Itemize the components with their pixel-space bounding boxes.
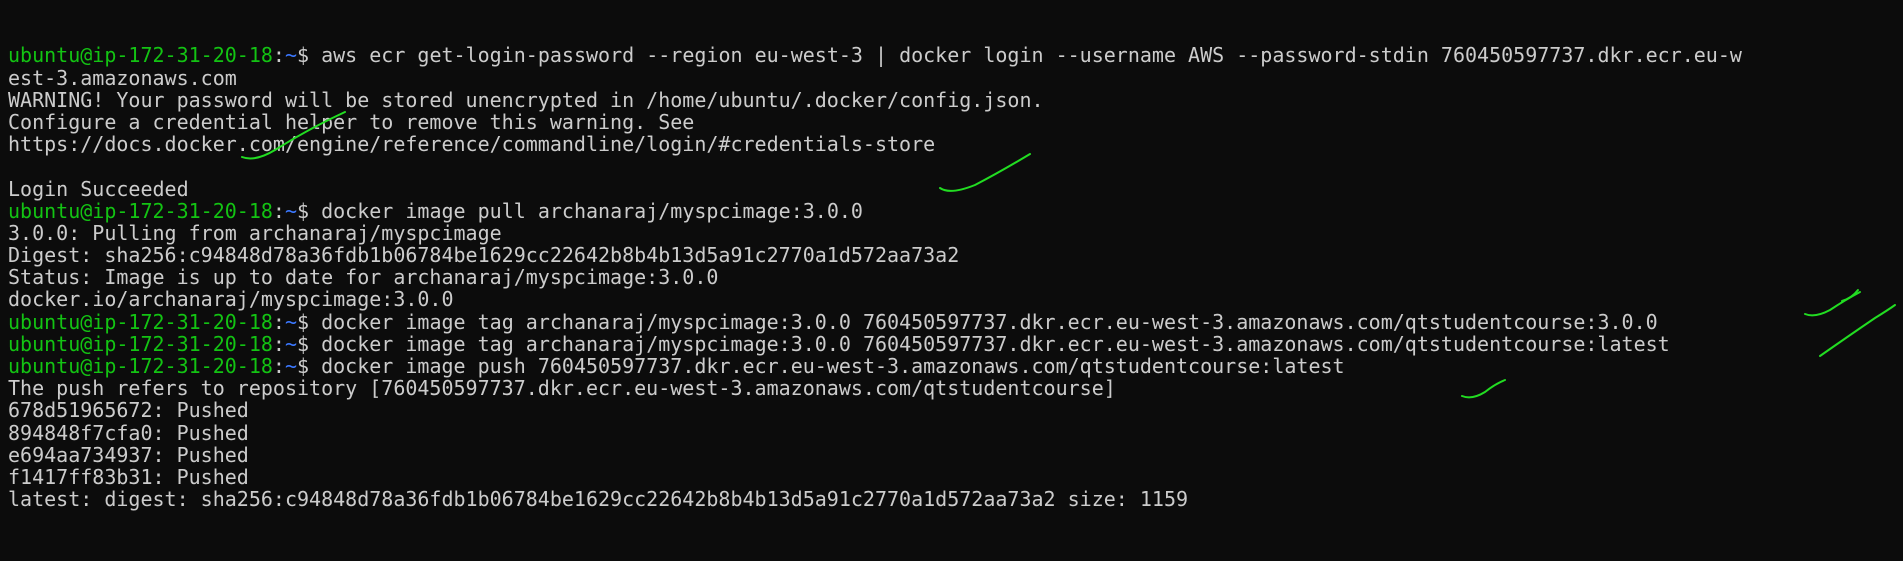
prompt-path: ~ (284, 354, 297, 379)
prompt-user-host: ubuntu@ip-172-31-20-18 (8, 354, 273, 379)
output-text: docker.io/archanaraj/myspcimage:3.0.0 (8, 287, 454, 312)
output-line: latest: digest: sha256:c94848d78a36fdb1b… (8, 488, 1903, 510)
output-line: The push refers to repository [760450597… (8, 377, 1903, 399)
prompt-colon: : (272, 331, 285, 356)
command-text: docker image push 760450597737.dkr.ecr.e… (321, 354, 1345, 379)
output-text: Configure a credential helper to remove … (8, 109, 695, 134)
output-line: e694aa734937: Pushed (8, 444, 1903, 466)
command-line: ubuntu@ip-172-31-20-18:~$ docker image p… (8, 355, 1903, 377)
output-text: f1417ff83b31: Pushed (8, 464, 249, 489)
output-text: 894848f7cfa0: Pushed (8, 420, 249, 445)
prompt-dollar: $ (297, 309, 322, 334)
command-line: ubuntu@ip-172-31-20-18:~$ docker image t… (8, 333, 1903, 355)
output-line: Digest: sha256:c94848d78a36fdb1b06784be1… (8, 244, 1903, 266)
terminal-output: ubuntu@ip-172-31-20-18:~$ aws ecr get-lo… (8, 44, 1903, 510)
output-text: e694aa734937: Pushed (8, 442, 249, 467)
command-line: ubuntu@ip-172-31-20-18:~$ aws ecr get-lo… (8, 44, 1903, 66)
prompt-colon: : (272, 354, 285, 379)
prompt-path: ~ (284, 43, 297, 68)
output-text: Login Succeeded (8, 176, 189, 201)
output-text: Status: Image is up to date for archanar… (8, 265, 719, 290)
output-line: 894848f7cfa0: Pushed (8, 420, 1903, 445)
command-text: aws ecr get-login-password --region eu-w… (321, 43, 1742, 68)
command-line: ubuntu@ip-172-31-20-18:~$ docker image t… (8, 311, 1903, 333)
prompt-path: ~ (284, 198, 297, 223)
prompt-dollar: $ (297, 43, 322, 68)
output-line: est-3.amazonaws.com (8, 65, 1903, 90)
prompt-user-host: ubuntu@ip-172-31-20-18 (8, 309, 273, 334)
prompt-colon: : (272, 309, 285, 334)
prompt-colon: : (272, 198, 285, 223)
output-text: WARNING! Your password will be stored un… (8, 87, 1044, 112)
command-text: docker image tag archanaraj/myspcimage:3… (321, 331, 1670, 356)
output-text: latest: digest: sha256:c94848d78a36fdb1b… (8, 487, 1189, 512)
prompt-user-host: ubuntu@ip-172-31-20-18 (8, 198, 273, 223)
output-line: 678d51965672: Pushed (8, 399, 1903, 421)
output-text: 678d51965672: Pushed (8, 398, 249, 423)
command-text: docker image tag archanaraj/myspcimage:3… (321, 309, 1658, 334)
prompt-user-host: ubuntu@ip-172-31-20-18 (8, 331, 273, 356)
output-line: WARNING! Your password will be stored un… (8, 89, 1903, 111)
prompt-path: ~ (284, 309, 297, 334)
prompt-dollar: $ (297, 198, 322, 223)
output-line: Status: Image is up to date for archanar… (8, 266, 1903, 288)
output-line: docker.io/archanaraj/myspcimage:3.0.0 (8, 288, 1903, 310)
output-text: https://docs.docker.com/engine/reference… (8, 132, 936, 157)
output-line: Configure a credential helper to remove … (8, 111, 1903, 133)
prompt-path: ~ (284, 331, 297, 356)
output-line: Login Succeeded (8, 176, 1903, 201)
prompt-dollar: $ (297, 354, 322, 379)
prompt-user-host: ubuntu@ip-172-31-20-18 (8, 43, 273, 68)
prompt-colon: : (272, 43, 285, 68)
output-line: f1417ff83b31: Pushed (8, 466, 1903, 488)
terminal-window[interactable]: ubuntu@ip-172-31-20-18:~$ aws ecr get-lo… (0, 0, 1903, 561)
output-line: https://docs.docker.com/engine/reference… (8, 133, 1903, 155)
command-line: ubuntu@ip-172-31-20-18:~$ docker image p… (8, 200, 1903, 222)
output-line: 3.0.0: Pulling from archanaraj/myspcimag… (8, 222, 1903, 244)
prompt-dollar: $ (297, 331, 322, 356)
output-text: Digest: sha256:c94848d78a36fdb1b06784be1… (8, 243, 960, 268)
command-text: docker image pull archanaraj/myspcimage:… (321, 198, 863, 223)
output-text: The push refers to repository [760450597… (8, 376, 1116, 401)
output-text: 3.0.0: Pulling from archanaraj/myspcimag… (8, 220, 502, 245)
output-text: est-3.amazonaws.com (8, 65, 237, 90)
